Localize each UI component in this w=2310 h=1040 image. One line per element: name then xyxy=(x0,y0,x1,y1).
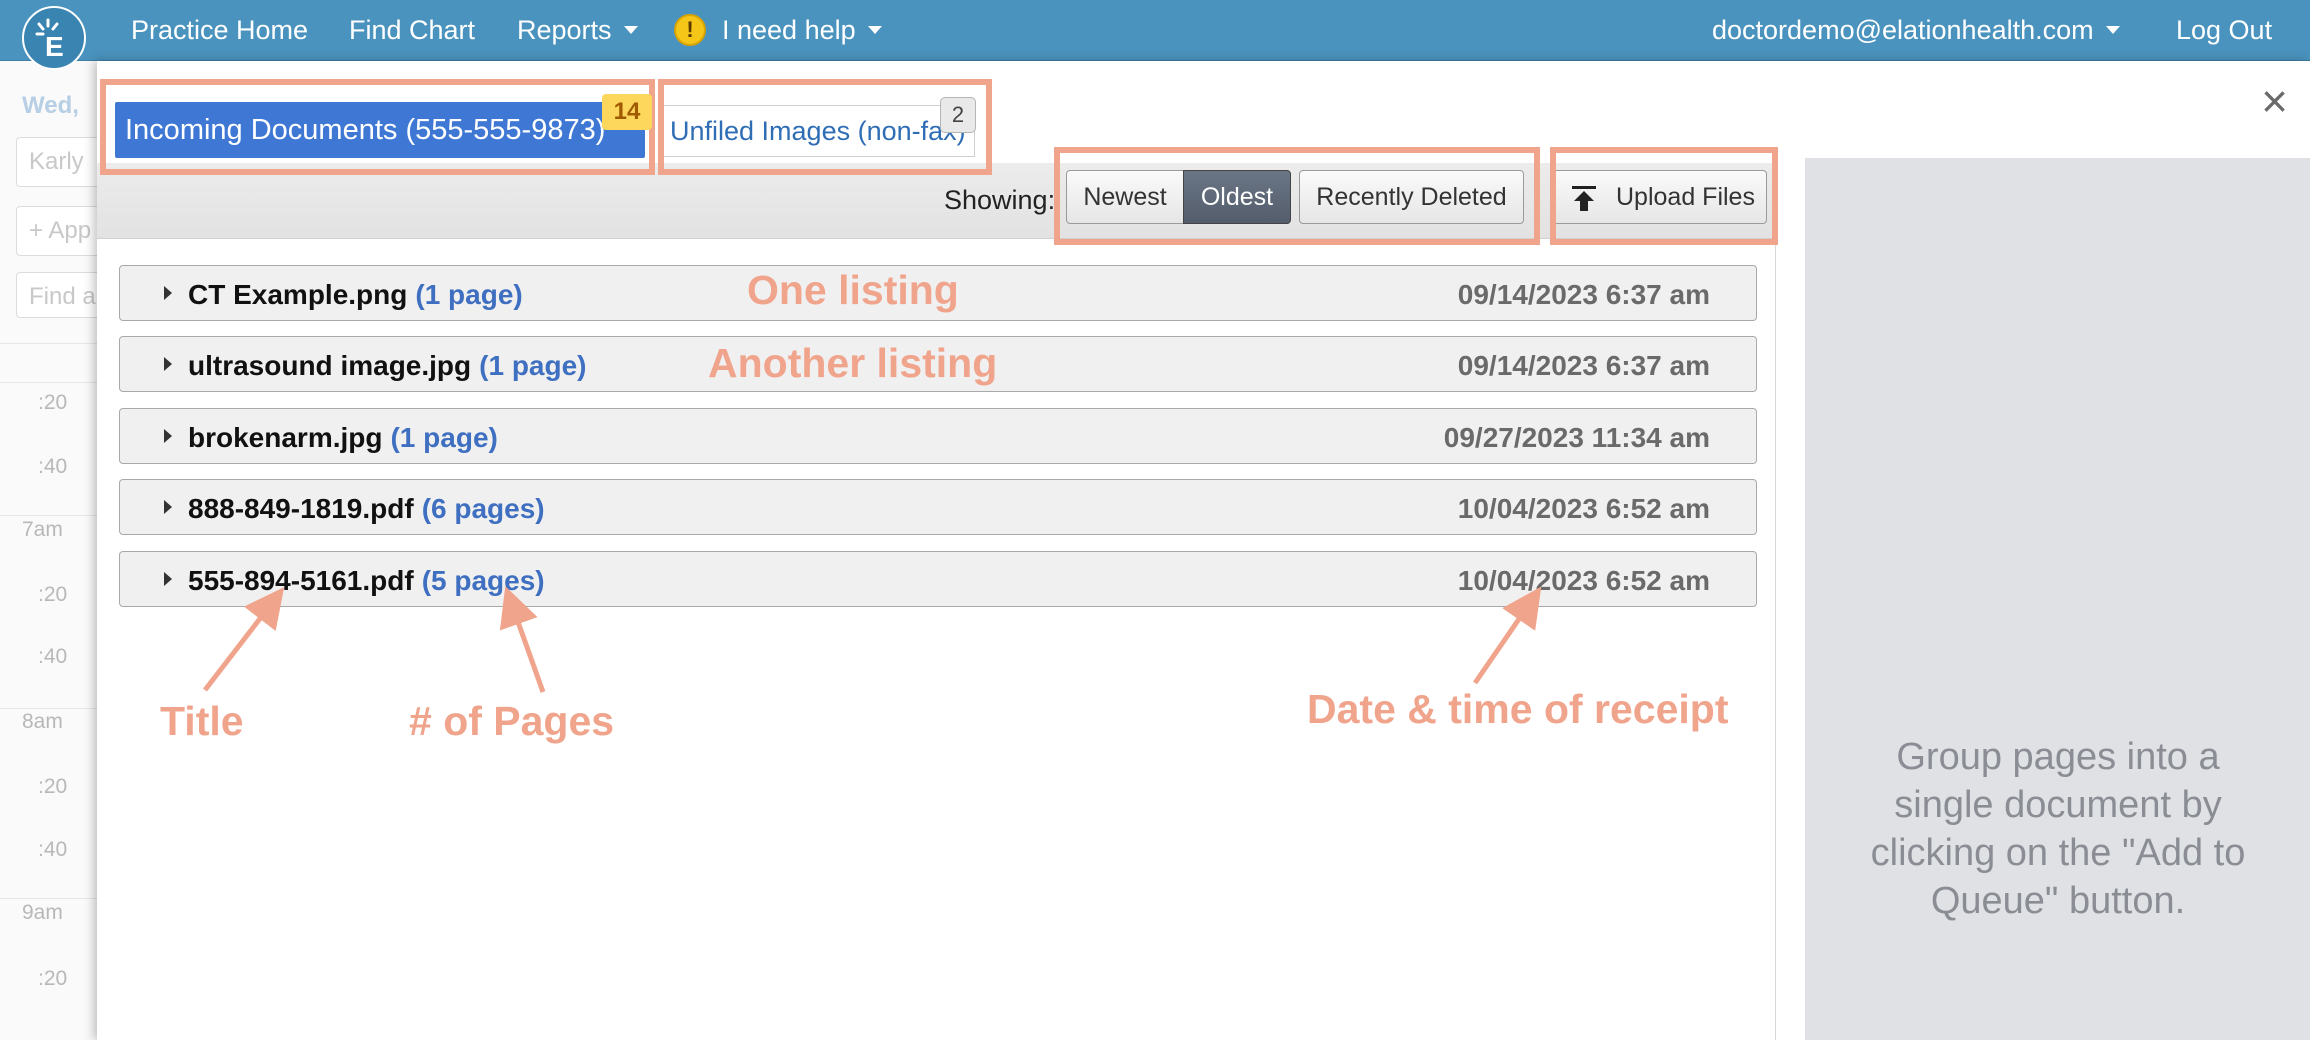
nav-reports-label: Reports xyxy=(517,15,612,45)
sort-oldest-button[interactable]: Oldest xyxy=(1183,170,1291,224)
document-received-date: 09/14/2023 6:37 am xyxy=(1457,350,1710,381)
annotation-another-listing: Another listing xyxy=(708,340,998,386)
upload-icon xyxy=(1572,186,1596,211)
tab-unfiled-images[interactable]: Unfiled Images (non-fax) xyxy=(659,105,975,157)
nav-reports-dropdown[interactable]: Reports xyxy=(517,0,638,61)
document-row[interactable]: brokenarm.jpg (1 page) 09/27/2023 11:34 a… xyxy=(119,408,1757,464)
annotation-date-label: Date & time of receipt xyxy=(1307,686,1729,732)
queue-help-text: Group pages into a single document by cl… xyxy=(1870,736,2246,922)
elation-logo[interactable]: E xyxy=(22,6,86,70)
background-time-label: :20 xyxy=(38,967,68,990)
background-divider xyxy=(0,515,100,516)
background-time-label: :40 xyxy=(38,645,68,668)
background-divider xyxy=(0,382,100,383)
background-divider xyxy=(0,708,100,709)
document-page-count: (6 pages) xyxy=(421,493,545,524)
upload-files-label: Upload Files xyxy=(1616,183,1755,211)
background-divider xyxy=(0,343,100,344)
user-email: doctordemo@elationhealth.com xyxy=(1712,15,2094,45)
document-queue-panel: Group pages into a single document by cl… xyxy=(1805,158,2310,1040)
document-page-count: (1 page) xyxy=(479,350,587,381)
svg-text:E: E xyxy=(45,31,64,60)
elation-logo-icon: E xyxy=(35,18,64,60)
warning-icon: ! xyxy=(674,14,706,46)
document-received-date: 09/14/2023 6:37 am xyxy=(1457,279,1710,310)
background-time-label: 7am xyxy=(22,518,63,541)
nav-practice-home[interactable]: Practice Home xyxy=(131,0,308,61)
nav-find-chart[interactable]: Find Chart xyxy=(349,0,475,61)
nav-help-label: I need help xyxy=(722,15,856,45)
document-row[interactable]: 888-849-1819.pdf (6 pages) 10/04/2023 6:5… xyxy=(119,479,1757,535)
tab-incoming-documents[interactable]: Incoming Documents (555-555-9873) xyxy=(115,102,645,158)
annotation-one-listing: One listing xyxy=(747,267,959,313)
document-page-count: (1 page) xyxy=(415,279,523,310)
upload-files-button[interactable]: Upload Files xyxy=(1551,170,1767,224)
close-modal-button[interactable]: × xyxy=(2261,78,2288,124)
expand-triangle-icon xyxy=(164,500,172,514)
nav-help-dropdown[interactable]: I need help xyxy=(722,0,882,61)
background-time-label: :40 xyxy=(38,838,68,861)
document-page-count: (1 page) xyxy=(390,422,498,453)
panel-divider xyxy=(1775,239,1776,1040)
annotation-pages-label: # of Pages xyxy=(409,698,615,744)
incoming-documents-modal: × Incoming Documents (555-555-9873) 14 U… xyxy=(97,61,2310,1040)
document-received-date: 09/27/2023 11:34 am xyxy=(1443,422,1710,453)
annotation-title-label: Title xyxy=(160,698,244,744)
background-time-label: :20 xyxy=(38,775,68,798)
background-patient-search: Karly xyxy=(16,137,106,187)
background-time-label: :40 xyxy=(38,455,68,478)
background-time-label: :20 xyxy=(38,391,68,414)
document-page-count: (5 pages) xyxy=(421,565,545,596)
background-time-label: 8am xyxy=(22,710,63,733)
document-title: 555-894-5161.pdf xyxy=(188,565,414,596)
document-title: brokenarm.jpg xyxy=(188,422,383,453)
expand-triangle-icon xyxy=(164,429,172,443)
recently-deleted-button[interactable]: Recently Deleted xyxy=(1299,170,1524,224)
unfiled-count-badge: 2 xyxy=(940,97,976,133)
expand-triangle-icon xyxy=(164,286,172,300)
document-row[interactable]: 555-894-5161.pdf (5 pages) 10/04/2023 6:5… xyxy=(119,551,1757,607)
background-time-label: :20 xyxy=(38,583,68,606)
document-title: ultrasound image.jpg xyxy=(188,350,472,381)
logout-link[interactable]: Log Out xyxy=(2176,0,2272,61)
document-received-date: 10/04/2023 6:52 am xyxy=(1457,565,1710,596)
document-received-date: 10/04/2023 6:52 am xyxy=(1457,493,1710,524)
chevron-down-icon xyxy=(623,26,638,35)
background-time-label: 9am xyxy=(22,901,63,924)
chevron-down-icon xyxy=(2105,26,2120,35)
document-title: CT Example.png xyxy=(188,279,408,310)
background-find-field: Find a xyxy=(16,272,106,318)
user-menu-dropdown[interactable]: doctordemo@elationhealth.com xyxy=(1712,0,2120,61)
incoming-count-badge: 14 xyxy=(602,94,652,130)
background-add-appointment: + App xyxy=(16,206,106,256)
chevron-down-icon xyxy=(867,26,882,35)
showing-label: Showing: xyxy=(944,185,1056,215)
top-navigation-bar: Practice Home Find Chart Reports ! I nee… xyxy=(0,0,2310,61)
background-date: Wed, xyxy=(22,92,79,119)
background-divider xyxy=(0,898,100,899)
expand-triangle-icon xyxy=(164,572,172,586)
document-title: 888-849-1819.pdf xyxy=(188,493,414,524)
expand-triangle-icon xyxy=(164,357,172,371)
sort-newest-button[interactable]: Newest xyxy=(1066,170,1184,224)
